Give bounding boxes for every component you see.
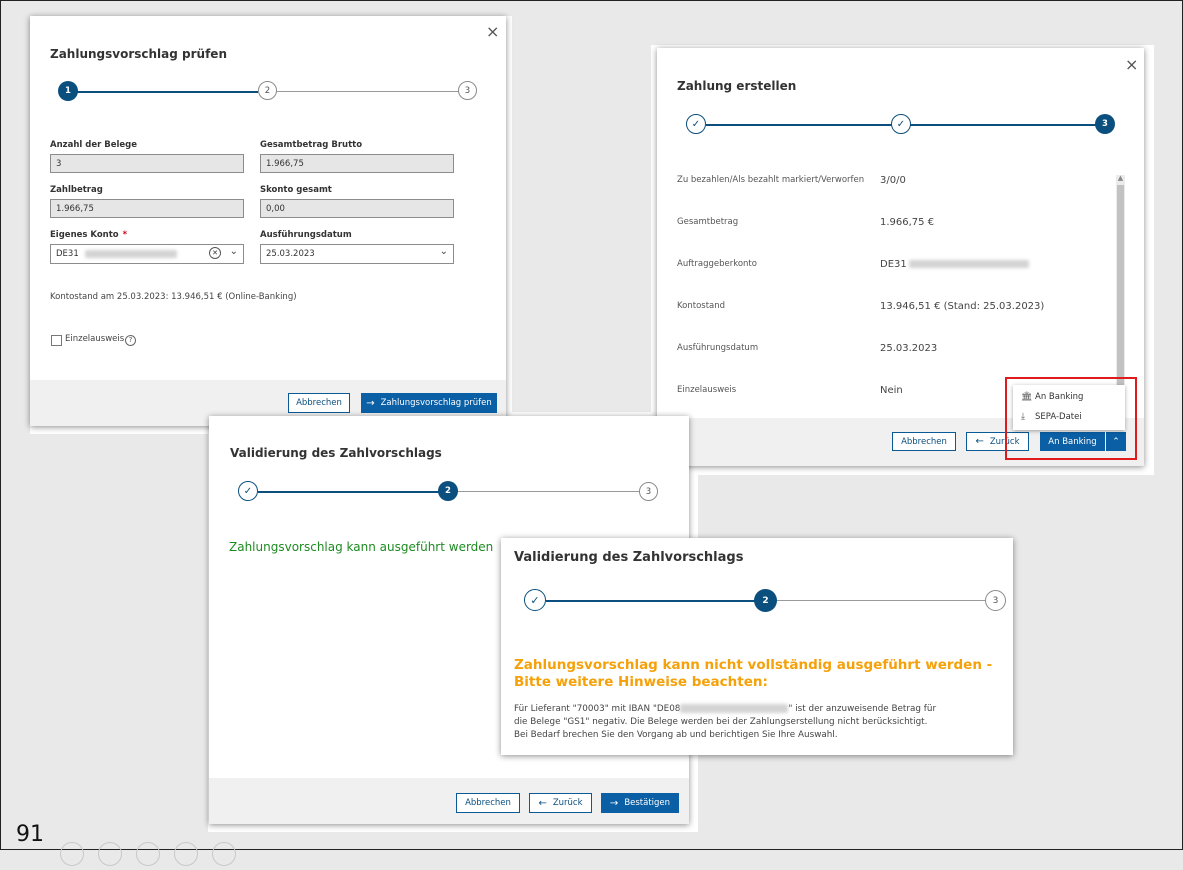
row-label: Zu bezahlen/Als bezahlt markiert/Verworf… [677,175,865,185]
close-icon[interactable]: × [1125,57,1138,73]
required-marker: * [122,230,128,240]
row-value: DE31 [880,259,1029,270]
dialog-zahlungsvorschlag-pruefen: × Zahlungsvorschlag prüfen 1 2 3 Anzahl … [30,16,506,426]
stepper-line [68,91,258,93]
submit-label: Zahlungsvorschlag prüfen [380,398,492,408]
step-1-check-icon: ✓ [686,114,706,134]
zahlbetrag-label: Zahlbetrag [50,185,103,195]
row-label: Auftraggeberkonto [677,259,757,269]
chevron-down-icon[interactable]: ⌄ [230,246,238,257]
skonto-label: Skonto gesamt [260,185,332,195]
dialog-validierung-warnung: Validierung des Zahlvorschlags ✓ 2 3 Zah… [501,538,1013,755]
detail-line-2: die Belege "GS1" negativ. Die Belege wer… [514,717,928,727]
row-label: Kontostand [677,301,726,311]
konto-label: Eigenes Konto * [50,230,127,240]
page-number: 91 [16,822,44,847]
anzahl-field: 3 [50,154,244,173]
back-button[interactable]: ← Zurück [529,793,592,813]
step-2: 2 [438,481,458,501]
dialog-title: Validierung des Zahlvorschlags [230,446,442,460]
confirm-button[interactable]: → Bestätigen [601,793,679,813]
stepper-line [910,124,1097,126]
step-3: 3 [458,81,477,100]
row-label: Einzelausweis [677,385,737,395]
account-prefix: DE31 [880,259,907,270]
dialog-title: Validierung des Zahlvorschlags [514,550,744,565]
skonto-field: 0,00 [260,199,454,218]
zahlbetrag-field: 1.966,75 [50,199,244,218]
stepper-line [546,600,756,602]
stepper-line [706,124,892,126]
warning-line-1: Zahlungsvorschlag kann nicht vollständig… [514,657,993,673]
step-3: 3 [639,482,658,501]
stepper-line [258,491,440,493]
stepper-line [777,600,985,601]
row-value: 25.03.2023 [880,343,938,354]
arrow-left-icon: ← [538,797,547,809]
step-1: 1 [58,81,78,101]
warning-details: Für Lieferant "70003" mit IBAN "DE08 " is… [514,703,936,742]
step-1-check-icon: ✓ [238,481,258,501]
decorative-circles [60,842,250,870]
row-value: Nein [880,385,903,396]
confirm-label: Bestätigen [624,798,671,808]
dialog-title: Zahlung erstellen [677,79,797,93]
redacted-iban [85,249,178,258]
row-value: 13.946,51 € (Stand: 25.03.2023) [880,301,1045,312]
step-2: 2 [258,81,277,100]
row-label: Gesamtbetrag [677,217,739,227]
step-3: 3 [985,590,1006,611]
cancel-button[interactable]: Abbrechen [288,393,350,413]
arrow-right-icon: → [609,797,619,809]
dialog-title: Zahlungsvorschlag prüfen [50,47,227,61]
einzelausweis-checkbox[interactable] [51,335,62,346]
scroll-up-arrow-icon[interactable]: ▲ [1116,174,1125,182]
step-2: 2 [754,589,777,612]
brutto-field: 1.966,75 [260,154,454,173]
cancel-button[interactable]: Abbrechen [892,432,956,451]
row-label: Ausführungsdatum [677,343,759,353]
detail-line-3: Bei Bedarf brechen Sie den Vorgang ab un… [514,730,838,740]
chevron-down-icon[interactable]: ⌄ [440,246,448,257]
highlight-box [1005,377,1137,460]
datum-select[interactable]: 25.03.2023 ⌄ [260,244,454,264]
detail-prefix: Für Lieferant "70003" mit IBAN "DE08 [514,704,681,714]
zahlungsvorschlag-pruefen-button[interactable]: → Zahlungsvorschlag prüfen [361,393,497,413]
detail-line-1: Für Lieferant "70003" mit IBAN "DE08 " is… [514,703,936,716]
anzahl-label: Anzahl der Belege [50,140,138,150]
success-message: Zahlungsvorschlag kann ausgeführt werden [229,540,494,554]
arrow-right-icon: → [366,397,375,409]
close-icon[interactable]: × [486,24,499,40]
cancel-button[interactable]: Abbrechen [456,793,520,813]
row-value: 3/0/0 [880,175,906,186]
stepper-line [276,91,468,92]
redacted-iban [908,260,1029,268]
einzelausweis-label: Einzelausweis [65,334,125,344]
datum-label: Ausführungsdatum [260,230,352,240]
detail-suffix: " ist der anzuweisende Betrag für [788,704,937,714]
konto-select[interactable]: DE31 ✕ ⌄ [50,244,244,264]
help-icon[interactable]: ? [125,335,136,346]
clear-icon[interactable]: ✕ [209,247,221,259]
stepper-line [458,491,640,492]
warning-line-2: Bitte weitere Hinweise beachten: [514,674,768,690]
step-3: 3 [1095,114,1115,134]
datum-value: 25.03.2023 [266,249,315,259]
warning-message: Zahlungsvorschlag kann nicht vollständig… [514,657,992,691]
brutto-label: Gesamtbetrag Brutto [260,140,363,150]
konto-label-text: Eigenes Konto [50,230,119,240]
step-1-check-icon: ✓ [524,589,546,611]
step-2-check-icon: ✓ [891,114,911,134]
back-label: Zurück [552,798,583,808]
konto-value: DE31 [56,249,79,259]
kontostand-info: Kontostand am 25.03.2023: 13.946,51 € (O… [50,292,297,302]
arrow-left-icon: ← [975,436,984,447]
row-value: 1.966,75 € [880,217,935,228]
redacted-iban [680,704,789,713]
